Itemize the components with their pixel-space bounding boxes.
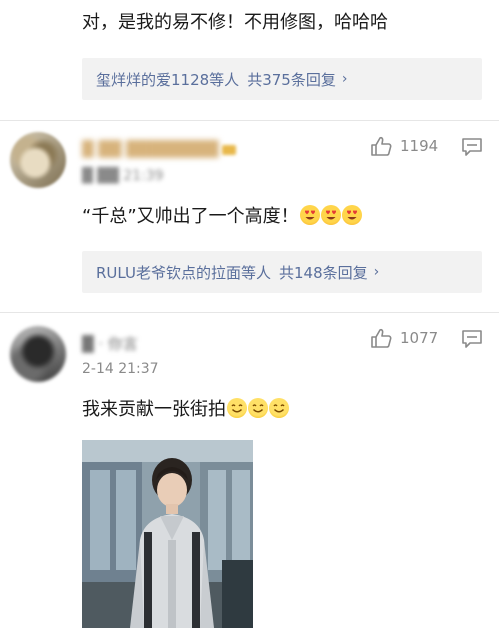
reply-summary-button[interactable]: RULU老爷钦点的拉面等人 共148条回复 › — [82, 251, 482, 293]
avatar[interactable] — [10, 326, 66, 382]
like-count: 1194 — [400, 137, 439, 155]
reply-count[interactable]: 共148条回复 — [279, 262, 368, 283]
reply-count[interactable]: 共375条回复 — [247, 69, 336, 90]
attached-photo[interactable] — [82, 440, 253, 628]
weibo-comment-list: 对，是我的易不修！不用修图，哈哈哈 玺烊烊的爱1128等人 共375条回复 › … — [0, 0, 499, 628]
smiling-face-emoji — [248, 398, 268, 418]
divider — [0, 312, 499, 313]
comment-text: 我来贡献一张街拍 — [82, 398, 289, 422]
heart-eyes-emoji — [341, 205, 362, 225]
thumbs-up-icon — [371, 136, 392, 156]
like-count: 1077 — [400, 329, 439, 347]
avatar[interactable] — [10, 132, 66, 188]
comment-bubble-icon[interactable] — [461, 329, 483, 349]
like-button[interactable]: 1077 — [370, 328, 438, 348]
heart-eyes-emoji — [299, 205, 320, 225]
street-photo-image — [82, 440, 253, 628]
username[interactable]: █ ██ ████████ — [82, 140, 237, 158]
thumbs-up-icon — [371, 328, 392, 348]
comment-text: “千总”又帅出了一个高度！ — [82, 205, 362, 229]
heart-eyes-emoji — [320, 205, 341, 225]
reply-summary-button[interactable]: 玺烊烊的爱1128等人 共375条回复 › — [82, 58, 482, 100]
reply-users-link[interactable]: 玺烊烊的爱1128等人 — [96, 69, 239, 90]
divider — [0, 120, 499, 121]
chevron-right-icon: › — [341, 71, 348, 87]
crown-badge-icon — [222, 144, 237, 155]
timestamp: 2-14 21:37 — [82, 361, 159, 377]
username[interactable]: █ · 你言 — [82, 333, 138, 354]
chevron-right-icon: › — [373, 264, 380, 280]
timestamp: █ ██ 21:39 — [82, 168, 164, 184]
reply-users-link[interactable]: RULU老爷钦点的拉面等人 — [96, 262, 271, 283]
like-button[interactable]: 1194 — [370, 136, 438, 156]
comment-text: 对，是我的易不修！不用修图，哈哈哈 — [82, 12, 388, 33]
smiling-face-emoji — [269, 398, 289, 418]
comment-bubble-icon[interactable] — [461, 137, 483, 157]
smiling-face-emoji — [227, 398, 247, 418]
